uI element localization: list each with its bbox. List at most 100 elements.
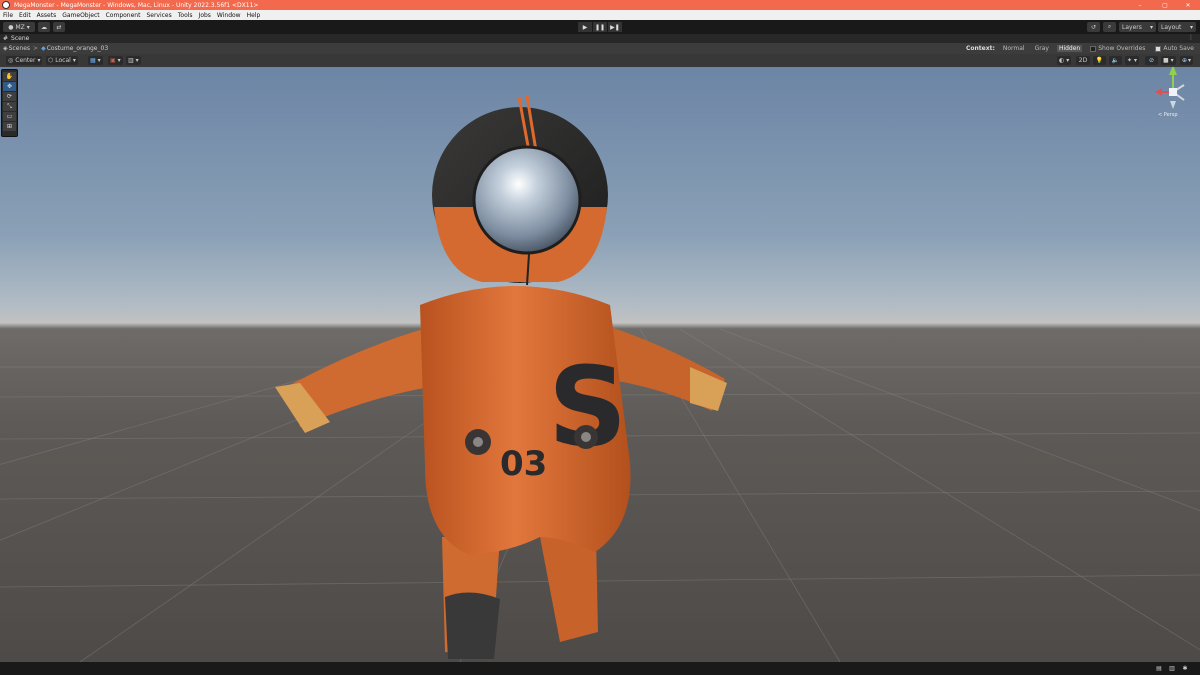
camera-icon: ■ — [1163, 57, 1169, 64]
rect-tool-button[interactable]: ▭ — [3, 112, 16, 121]
transform-tool-button[interactable]: ⊞ — [3, 122, 16, 131]
chevron-down-icon: ▾ — [135, 57, 139, 64]
undo-history-button[interactable]: ↺ — [1087, 22, 1100, 32]
menu-services[interactable]: Services — [146, 12, 171, 19]
cloud-icon: ☁ — [41, 23, 47, 31]
space-dropdown[interactable]: ⬡ Local ▾ — [46, 56, 78, 65]
layers-label: Layers — [1122, 23, 1142, 31]
effects-icon: ✦ — [1127, 57, 1133, 64]
rotate-tool-button[interactable]: ⟳ — [3, 92, 16, 101]
menu-window[interactable]: Window — [217, 12, 241, 19]
hidden-objects-toggle[interactable]: ⊘ — [1145, 56, 1158, 65]
pivot-label: Center — [15, 57, 36, 64]
menu-help[interactable]: Help — [247, 12, 261, 19]
step-button[interactable]: ▶❚ — [608, 22, 622, 32]
show-overrides-label: Show Overrides — [1098, 45, 1146, 52]
account-icon: ● — [8, 23, 14, 31]
pivot-icon: ◎ — [8, 57, 14, 64]
gizmos-dropdown[interactable]: ⊕ ▾ — [1180, 56, 1194, 65]
chest-number-decal: 03 — [500, 444, 547, 484]
pause-button[interactable]: ❚❚ — [593, 22, 607, 32]
show-overrides-checkbox[interactable] — [1090, 45, 1097, 52]
auto-save-checkbox[interactable] — [1155, 45, 1162, 52]
close-button[interactable]: ✕ — [1176, 0, 1200, 10]
audio-toggle[interactable]: 🔈 — [1109, 56, 1122, 65]
move-tool-button[interactable]: ✥ — [3, 82, 16, 91]
layout-label: Layout — [1161, 23, 1182, 31]
context-label: Context: — [966, 45, 995, 52]
increment-snap-dropdown[interactable]: ▣ ▾ — [108, 56, 123, 65]
chevron-down-icon: ▾ — [1188, 57, 1192, 64]
menu-assets[interactable]: Assets — [37, 12, 57, 19]
scale-tool-button[interactable]: ⤡ — [3, 102, 16, 111]
maximize-button[interactable]: ▢ — [1153, 0, 1177, 10]
memory-icon[interactable]: ▥ — [1168, 665, 1176, 672]
breadcrumb-scenes[interactable]: Scenes — [9, 45, 30, 52]
menu-bar: File Edit Assets GameObject Component Se… — [0, 10, 1200, 20]
character-model[interactable]: S 03 — [275, 95, 727, 659]
draw-mode-dropdown[interactable]: ◐ ▾ — [1057, 56, 1072, 65]
tab-scene-label: Scene — [11, 35, 30, 42]
cloud-button[interactable]: ☁ — [38, 22, 50, 32]
pivot-dropdown[interactable]: ◎ Center ▾ — [6, 56, 43, 65]
chevron-down-icon: ▾ — [1149, 23, 1153, 31]
status-bar: ▤ ▥ ✱ — [0, 662, 1200, 675]
menu-jobs[interactable]: Jobs — [199, 12, 211, 19]
menu-tools[interactable]: Tools — [178, 12, 193, 19]
context-hidden[interactable]: Hidden — [1056, 45, 1083, 52]
play-button[interactable]: ▶ — [578, 22, 592, 32]
minimize-button[interactable]: – — [1128, 0, 1152, 10]
grid-snap-icon: ▦ — [90, 57, 96, 64]
context-gray[interactable]: Gray — [1033, 45, 1051, 52]
collab-button[interactable]: ⇄ — [53, 22, 65, 32]
local-space-icon: ⬡ — [48, 57, 54, 64]
play-controls: ▶ ❚❚ ▶❚ — [578, 22, 622, 32]
orientation-gizmo[interactable] — [1155, 67, 1185, 109]
chevron-down-icon: ▾ — [72, 57, 76, 64]
menu-gameobject[interactable]: GameObject — [62, 12, 99, 19]
chevron-down-icon: ▾ — [97, 57, 101, 64]
scene-viewport[interactable]: S 03 — [0, 67, 1200, 662]
chest-letter-decal: S — [548, 343, 627, 471]
menu-file[interactable]: File — [3, 12, 13, 19]
effects-dropdown[interactable]: ✦ ▾ — [1125, 56, 1140, 65]
chevron-down-icon: ▾ — [1189, 23, 1193, 31]
2d-toggle[interactable]: 2D — [1076, 56, 1090, 65]
chevron-down-icon: ▾ — [1066, 57, 1070, 64]
scene-toolbar: ◎ Center ▾ ⬡ Local ▾ ▦ ▾ ▣ ▾ ▥ ▾ ◐ ▾ 2D … — [0, 54, 1200, 67]
history-icon: ↺ — [1090, 23, 1097, 31]
show-overrides-toggle[interactable]: Show Overrides — [1088, 45, 1147, 52]
projection-label[interactable]: < Persp — [1158, 112, 1178, 118]
title-bar: MegaMonster - MegaMonster - Windows, Mac… — [0, 0, 1200, 10]
share-icon: ⇄ — [56, 23, 62, 31]
console-icon[interactable]: ▤ — [1155, 665, 1163, 672]
increment-snap-icon: ▣ — [110, 57, 116, 64]
tool-palette: ✋ ✥ ⟳ ⤡ ▭ ⊞ — [1, 69, 18, 137]
menu-edit[interactable]: Edit — [19, 12, 31, 19]
shading-icon: ◐ — [1059, 57, 1065, 64]
debug-icon[interactable]: ✱ — [1181, 665, 1189, 672]
camera-dropdown[interactable]: ■ ▾ — [1161, 56, 1176, 65]
snap-grid-dropdown[interactable]: ▦ ▾ — [88, 56, 103, 65]
speaker-icon: 🔈 — [1111, 57, 1120, 64]
align-dropdown[interactable]: ▥ ▾ — [126, 56, 141, 65]
prefab-icon: ◆ — [41, 45, 46, 52]
gizmos-icon: ⊕ — [1182, 57, 1188, 64]
hand-tool-button[interactable]: ✋ — [3, 72, 16, 81]
more-options-icon[interactable]: ⋮ — [1188, 34, 1194, 41]
layers-dropdown[interactable]: Layers ▾ — [1119, 22, 1156, 32]
lighting-toggle[interactable]: 💡 — [1093, 56, 1106, 65]
account-dropdown[interactable]: ● MZ ▾ — [3, 22, 35, 32]
context-controls: Context: Normal Gray Hidden Show Overrid… — [966, 43, 1200, 54]
unity-app-icon — [2, 1, 10, 9]
auto-save-toggle[interactable]: Auto Save — [1153, 45, 1196, 52]
layout-dropdown[interactable]: Layout ▾ — [1158, 22, 1196, 32]
menu-component[interactable]: Component — [106, 12, 141, 19]
breadcrumb-current[interactable]: Costume_orange_03 — [47, 45, 108, 52]
breadcrumb-separator: > — [33, 45, 39, 52]
chevron-down-icon: ▾ — [1170, 57, 1174, 64]
tab-scene[interactable]: # Scene — [3, 35, 29, 42]
context-normal[interactable]: Normal — [1001, 45, 1027, 52]
unity-scenes-icon: ◈ — [3, 45, 8, 52]
search-button[interactable]: ⌕ — [1103, 22, 1116, 32]
